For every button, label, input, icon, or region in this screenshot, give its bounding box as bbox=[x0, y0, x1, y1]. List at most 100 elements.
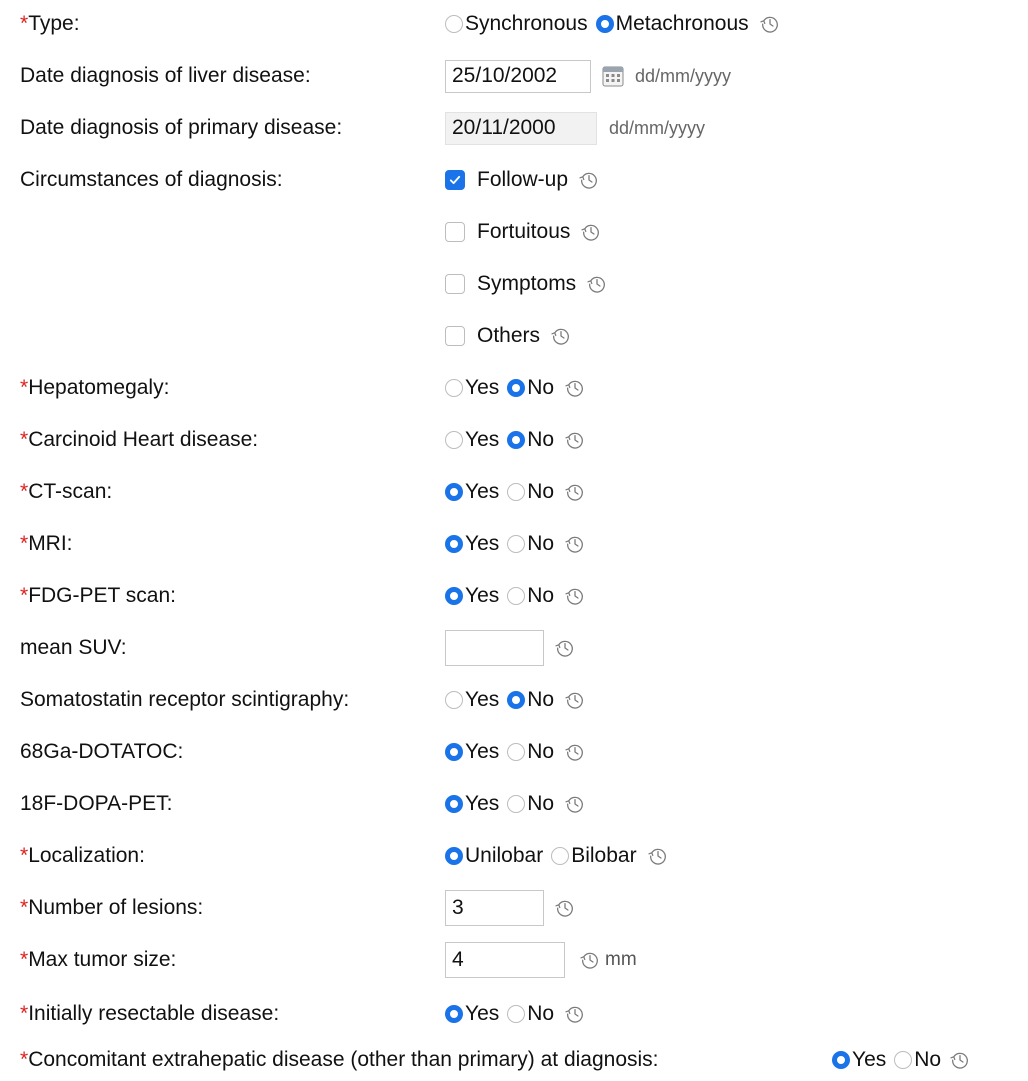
max-tumor-label: *Max tumor size: bbox=[20, 948, 177, 971]
radio-no[interactable] bbox=[507, 431, 526, 449]
type-synchronous-option[interactable]: Synchronous bbox=[445, 12, 588, 36]
history-icon[interactable] bbox=[564, 585, 586, 607]
history-icon[interactable] bbox=[564, 1003, 586, 1025]
radio-yes[interactable] bbox=[445, 795, 463, 813]
history-icon[interactable] bbox=[579, 949, 601, 971]
f-dopa-yes-option[interactable]: Yes bbox=[445, 792, 499, 816]
history-icon[interactable] bbox=[554, 637, 576, 659]
carcinoid-no-option[interactable]: No bbox=[507, 428, 554, 452]
radio-no[interactable] bbox=[507, 691, 526, 709]
circumstance-fortuitous: Fortuitous bbox=[445, 212, 602, 252]
checkbox-others[interactable] bbox=[445, 326, 465, 346]
history-icon[interactable] bbox=[564, 481, 586, 503]
fdg-pet-yes-option[interactable]: Yes bbox=[445, 584, 499, 608]
mean-suv-control bbox=[445, 628, 576, 668]
history-icon[interactable] bbox=[949, 1049, 971, 1071]
history-icon[interactable] bbox=[550, 325, 572, 347]
row-mean-suv: mean SUV: bbox=[0, 628, 1028, 668]
ct-scan-yes-option[interactable]: Yes bbox=[445, 480, 499, 504]
unit-label: mm bbox=[605, 949, 637, 970]
localization-bilobar-option[interactable]: Bilobar bbox=[551, 844, 637, 868]
resectable-no-option[interactable]: No bbox=[507, 1002, 554, 1026]
ct-scan-label: *CT-scan: bbox=[20, 480, 113, 503]
max-tumor-input[interactable]: 4 bbox=[445, 942, 565, 978]
mri-yes-option[interactable]: Yes bbox=[445, 532, 499, 556]
mean-suv-input[interactable] bbox=[445, 630, 544, 666]
f-dopa-control: Yes No bbox=[445, 784, 586, 824]
date-liver-input[interactable]: 25/10/2002 bbox=[445, 59, 591, 93]
history-icon[interactable] bbox=[647, 845, 669, 867]
radio-yes[interactable] bbox=[445, 535, 463, 553]
ga-dotatoc-yes-option[interactable]: Yes bbox=[445, 740, 499, 764]
extrahepatic-yes-option[interactable]: Yes bbox=[832, 1048, 886, 1072]
ct-scan-no-option[interactable]: No bbox=[507, 480, 554, 504]
max-tumor-control: 4 mm bbox=[445, 940, 637, 980]
checkbox-fortuitous[interactable] bbox=[445, 222, 465, 242]
extrahepatic-no-option[interactable]: No bbox=[894, 1048, 941, 1072]
radio-yes[interactable] bbox=[445, 691, 463, 709]
history-icon[interactable] bbox=[759, 13, 781, 35]
radio-yes[interactable] bbox=[445, 1005, 463, 1023]
row-carcinoid: *Carcinoid Heart disease: Yes No bbox=[0, 420, 1028, 460]
fdg-pet-no-option[interactable]: No bbox=[507, 584, 554, 608]
row-circumstances: Circumstances of diagnosis: Follow-up bbox=[0, 160, 1028, 200]
history-icon[interactable] bbox=[578, 169, 600, 191]
checkbox-symptoms[interactable] bbox=[445, 274, 465, 294]
others-label: Others bbox=[477, 324, 541, 347]
localization-unilobar-option[interactable]: Unilobar bbox=[445, 844, 543, 868]
radio-synchronous[interactable] bbox=[445, 15, 463, 33]
radio-yes[interactable] bbox=[445, 743, 463, 761]
history-icon[interactable] bbox=[564, 793, 586, 815]
radio-no[interactable] bbox=[507, 483, 526, 501]
radio-no[interactable] bbox=[507, 535, 526, 553]
row-localization: *Localization: Unilobar Bilobar bbox=[0, 836, 1028, 876]
date-primary-readonly: 20/11/2000 bbox=[445, 111, 597, 145]
history-icon[interactable] bbox=[564, 429, 586, 451]
row-f-dopa: 18F-DOPA-PET: Yes No bbox=[0, 784, 1028, 824]
radio-yes[interactable] bbox=[832, 1051, 850, 1069]
calendar-icon[interactable] bbox=[601, 64, 625, 88]
ct-scan-control: Yes No bbox=[445, 472, 586, 512]
history-icon[interactable] bbox=[564, 689, 586, 711]
history-icon[interactable] bbox=[564, 533, 586, 555]
somatostatin-yes-option[interactable]: Yes bbox=[445, 688, 499, 712]
ga-dotatoc-no-option[interactable]: No bbox=[507, 740, 554, 764]
radio-metachronous[interactable] bbox=[595, 15, 614, 33]
somatostatin-no-option[interactable]: No bbox=[507, 688, 554, 712]
history-icon[interactable] bbox=[586, 273, 608, 295]
fdg-pet-control: Yes No bbox=[445, 576, 586, 616]
radio-bilobar[interactable] bbox=[551, 847, 570, 865]
resectable-yes-option[interactable]: Yes bbox=[445, 1002, 499, 1026]
row-fortuitous: Fortuitous bbox=[0, 212, 1028, 252]
radio-yes[interactable] bbox=[445, 483, 463, 501]
radio-no[interactable] bbox=[507, 587, 526, 605]
f-dopa-no-option[interactable]: No bbox=[507, 792, 554, 816]
resectable-control: Yes No bbox=[445, 994, 586, 1034]
history-icon[interactable] bbox=[554, 897, 576, 919]
extrahepatic-control: Yes No bbox=[832, 1040, 971, 1080]
radio-yes[interactable] bbox=[445, 431, 463, 449]
hepatomegaly-yes-option[interactable]: Yes bbox=[445, 376, 499, 400]
somatostatin-control: Yes No bbox=[445, 680, 586, 720]
hepatomegaly-no-option[interactable]: No bbox=[507, 376, 554, 400]
radio-no[interactable] bbox=[507, 379, 526, 397]
radio-no[interactable] bbox=[507, 1005, 526, 1023]
checkbox-follow-up[interactable] bbox=[445, 170, 465, 190]
radio-unilobar[interactable] bbox=[445, 847, 463, 865]
carcinoid-yes-option[interactable]: Yes bbox=[445, 428, 499, 452]
mri-no-option[interactable]: No bbox=[507, 532, 554, 556]
row-date-liver: Date diagnosis of liver disease: 25/10/2… bbox=[0, 56, 1028, 96]
date-format-hint: dd/mm/yyyy bbox=[609, 117, 706, 138]
date-liver-control: 25/10/2002 dd/mm/yyyy bbox=[445, 56, 731, 96]
history-icon[interactable] bbox=[564, 741, 586, 763]
radio-no[interactable] bbox=[507, 743, 526, 761]
history-icon[interactable] bbox=[580, 221, 602, 243]
radio-no[interactable] bbox=[507, 795, 526, 813]
history-icon[interactable] bbox=[564, 377, 586, 399]
radio-no[interactable] bbox=[894, 1051, 913, 1069]
type-metachronous-option[interactable]: Metachronous bbox=[595, 12, 749, 36]
radio-yes[interactable] bbox=[445, 587, 463, 605]
radio-yes[interactable] bbox=[445, 379, 463, 397]
date-format-hint: dd/mm/yyyy bbox=[635, 65, 732, 86]
num-lesions-input[interactable]: 3 bbox=[445, 890, 544, 926]
